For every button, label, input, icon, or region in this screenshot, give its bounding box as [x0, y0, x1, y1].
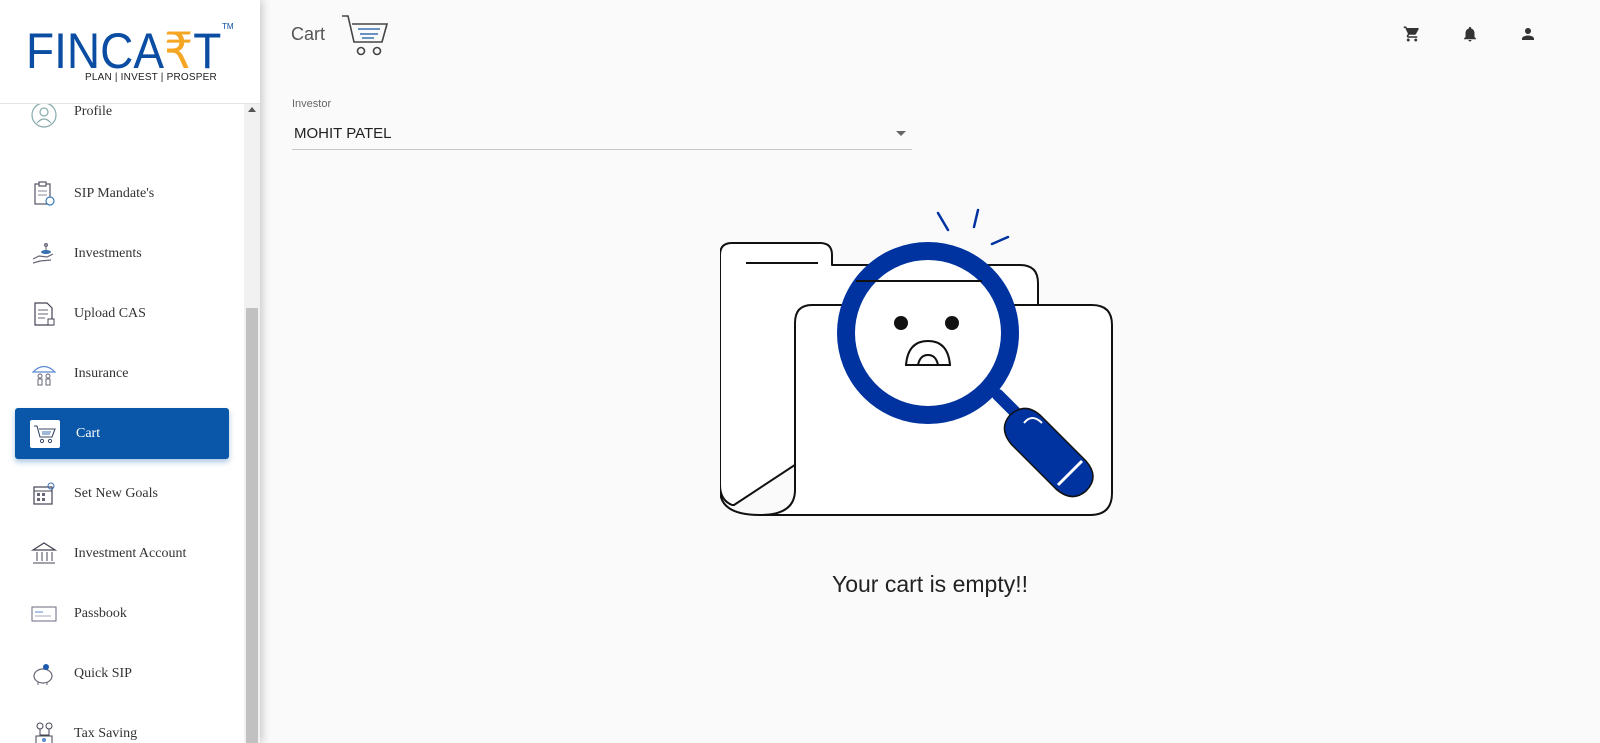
top-header: Cart [260, 0, 1600, 70]
sidebar-item-label: Tax Saving [74, 726, 138, 741]
sidebar-nav: Profile SIP Mandate's Investments Upload… [0, 104, 244, 743]
cart-icon [30, 419, 60, 448]
goal-calendar-icon [30, 480, 58, 508]
sidebar-item-quick-sip[interactable]: Quick SIP [0, 644, 244, 704]
document-icon [30, 300, 58, 328]
sidebar-item-set-new-goals[interactable]: Set New Goals [0, 464, 244, 524]
brand-name: FINCA₹T [26, 23, 222, 79]
logo[interactable]: FINCA₹T TM PLAN | INVEST | PROSPER [0, 0, 260, 104]
sidebar-item-label: Investments [74, 246, 142, 261]
sidebar-item-label: Insurance [74, 366, 129, 381]
bank-icon [30, 540, 58, 568]
page-title: Cart [291, 24, 326, 44]
umbrella-family-icon [30, 360, 58, 388]
sidebar-item-investments[interactable]: Investments [0, 224, 244, 284]
bell-icon[interactable] [1458, 22, 1482, 46]
sidebar-item-upload-cas[interactable]: Upload CAS [0, 284, 244, 344]
sidebar-item-label: Cart [76, 425, 101, 441]
sidebar-item-label: Upload CAS [74, 306, 146, 321]
cart-icon [340, 12, 390, 63]
scroll-up-arrow-icon[interactable] [248, 107, 256, 112]
sidebar-item-sip-mandates[interactable]: SIP Mandate's [0, 164, 244, 224]
investor-label: Investor [292, 98, 332, 110]
clipboard-icon [30, 180, 58, 208]
sidebar-item-label: Set New Goals [74, 486, 158, 501]
sidebar-item-cart[interactable]: Cart [15, 408, 229, 459]
hand-money-icon [30, 240, 58, 268]
sidebar-item-profile[interactable]: Profile [0, 104, 244, 132]
piggy-bank-icon [30, 660, 58, 688]
profile-icon [30, 104, 58, 129]
sidebar-item-passbook[interactable]: Passbook [0, 584, 244, 644]
sidebar-item-label: Profile [74, 104, 113, 119]
brand-tagline: PLAN | INVEST | PROSPER [85, 72, 217, 83]
sidebar: FINCA₹T TM PLAN | INVEST | PROSPER Profi… [0, 0, 260, 743]
empty-cart-illustration [719, 205, 1140, 540]
account-icon[interactable] [1516, 22, 1540, 46]
investor-field: Investor MOHIT PATEL [292, 98, 912, 150]
sidebar-item-label: Investment Account [74, 546, 187, 561]
empty-cart-message: Your cart is empty!! [831, 571, 1028, 597]
trademark-label: TM [222, 22, 234, 31]
scroll-thumb[interactable] [246, 308, 258, 743]
sidebar-item-tax-saving[interactable]: Tax Saving [0, 704, 244, 743]
sidebar-item-label: SIP Mandate's [74, 186, 155, 201]
investor-select[interactable]: MOHIT PATEL [292, 118, 912, 150]
dropdown-arrow-icon [896, 131, 906, 136]
sidebar-item-insurance[interactable]: Insurance [0, 344, 244, 404]
sidebar-item-label: Passbook [74, 606, 127, 621]
header-cart-icon[interactable] [1400, 22, 1424, 46]
tax-saving-icon [30, 720, 58, 743]
sidebar-item-investment-account[interactable]: Investment Account [0, 524, 244, 584]
investor-value: MOHIT PATEL [294, 125, 392, 142]
sidebar-scrollbar[interactable] [244, 104, 260, 743]
sidebar-item-label: Quick SIP [74, 666, 132, 681]
passbook-icon [30, 600, 58, 628]
